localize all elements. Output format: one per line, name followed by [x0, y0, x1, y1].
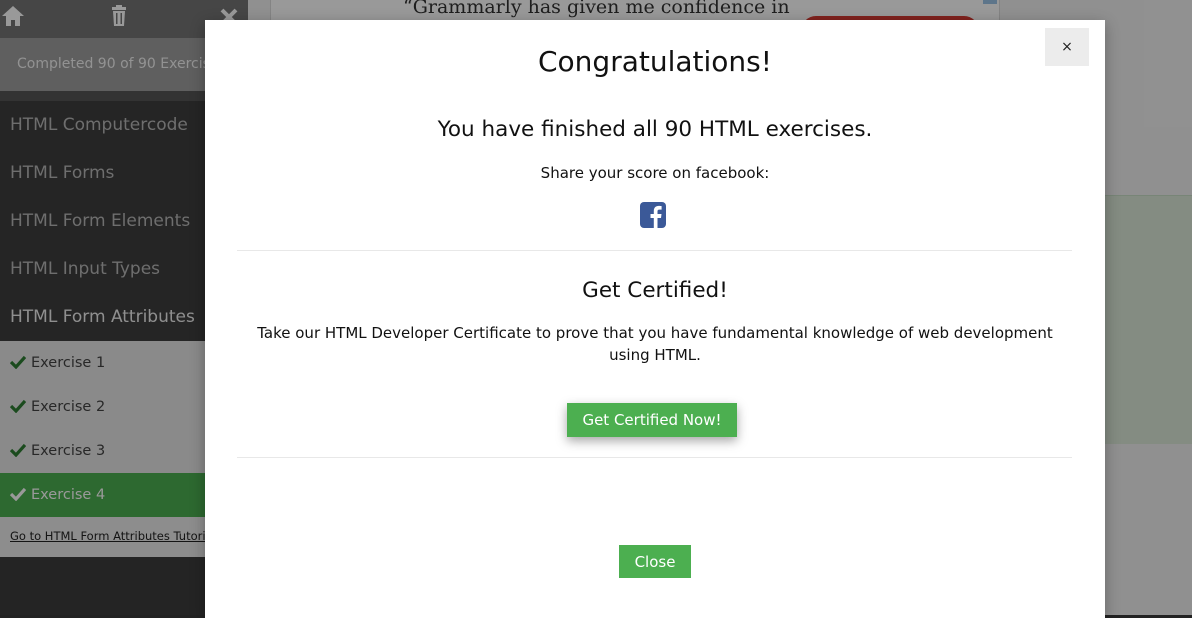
- get-certified-button[interactable]: Get Certified Now!: [567, 403, 737, 437]
- congratulations-modal: Congratulations! × You have finished all…: [205, 20, 1105, 618]
- close-button[interactable]: Close: [619, 545, 691, 578]
- certification-title: Get Certified!: [582, 278, 728, 303]
- certification-description: Take our HTML Developer Certificate to p…: [257, 324, 1053, 364]
- modal-title: Congratulations!: [538, 45, 772, 78]
- share-text: Share your score on facebook:: [540, 164, 770, 182]
- facebook-icon[interactable]: [640, 202, 666, 228]
- finished-message: You have finished all 90 HTML exercises.: [437, 117, 873, 142]
- modal-close-x-button[interactable]: ×: [1045, 28, 1089, 66]
- divider: [237, 457, 1072, 458]
- divider: [237, 250, 1072, 251]
